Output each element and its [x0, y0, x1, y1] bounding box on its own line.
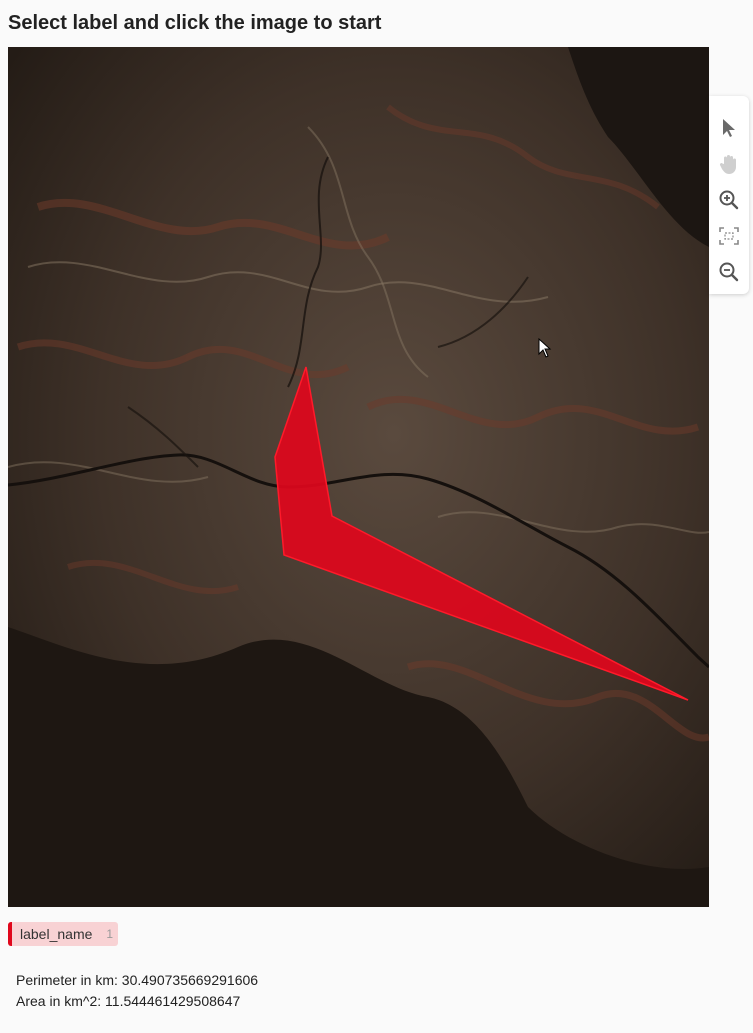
label-count: 1	[106, 927, 114, 941]
fit-screen-icon	[719, 227, 739, 245]
area-text: Area in km^2: 11.544461429508647	[16, 993, 241, 1009]
label-name-text: label_name	[20, 926, 93, 942]
image-canvas[interactable]	[8, 47, 709, 907]
pointer-icon	[723, 119, 735, 137]
zoom-in-tool[interactable]	[717, 188, 741, 212]
select-tool[interactable]	[717, 116, 741, 140]
zoom-out-tool[interactable]	[717, 260, 741, 284]
mouse-cursor-icon	[538, 338, 552, 358]
perimeter-text: Perimeter in km: 30.490735669291606	[16, 972, 259, 988]
label-chip-label-name[interactable]: label_name 1	[8, 922, 118, 946]
zoom-in-icon	[719, 190, 739, 210]
hand-icon	[719, 155, 736, 174]
image-toolbar	[709, 96, 749, 294]
measurement-stats: Perimeter in km: 30.490735669291606 Area…	[16, 970, 258, 1012]
zoom-out-icon	[719, 262, 739, 282]
satellite-image[interactable]	[8, 47, 709, 907]
fit-tool[interactable]	[717, 224, 741, 248]
page-title: Select label and click the image to star…	[8, 12, 382, 34]
pan-tool[interactable]	[717, 152, 741, 176]
